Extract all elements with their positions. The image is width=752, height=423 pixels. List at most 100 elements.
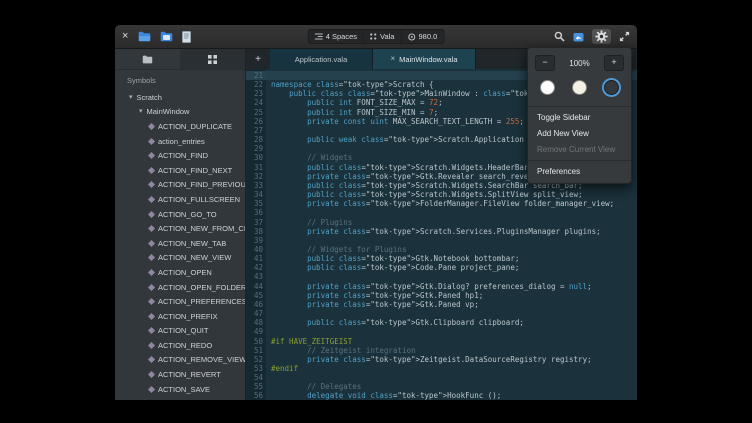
line-number: 25 [246, 108, 266, 117]
symbol-item-action-new-tab[interactable]: ACTION_NEW_TAB [115, 236, 245, 251]
symbol-item-action-redo[interactable]: ACTION_REDO [115, 338, 245, 353]
color-scheme-light[interactable] [572, 80, 587, 95]
symbol-item-action-entries[interactable]: action_entries [115, 134, 245, 149]
indentation-button[interactable]: 4 Spaces [308, 29, 364, 44]
templates-button[interactable] [182, 29, 191, 45]
goto-line-label: 980.0 [418, 32, 437, 41]
symbol-item-mainwindow[interactable]: ▾MainWindow [115, 105, 245, 120]
line-number: 28 [246, 135, 266, 144]
code-line[interactable]: public class="tok-type">Scratch.Widgets.… [266, 190, 637, 199]
symbol-item-action-find[interactable]: ACTION_FIND [115, 148, 245, 163]
code-line[interactable]: private class="tok-type">Gtk.Paned vp; [266, 300, 637, 309]
code-line[interactable]: private class="tok-type">Gtk.Paned hp1; [266, 291, 637, 300]
symbol-item-action-quit[interactable]: ACTION_QUIT [115, 324, 245, 339]
window-close-button[interactable]: × [122, 31, 128, 42]
code-line[interactable]: // Zeitgeist integration [266, 346, 637, 355]
new-tab-button[interactable]: + [246, 49, 270, 69]
line-number: 33 [246, 181, 266, 190]
language-button[interactable]: Vala [364, 29, 401, 44]
symbol-item-scratch[interactable]: ▾Scratch [115, 90, 245, 105]
code-line[interactable]: // Plugins [266, 218, 637, 227]
goto-line-button[interactable]: 980.0 [401, 29, 444, 44]
tab-close-button[interactable]: × [390, 55, 395, 63]
code-line[interactable]: private class="tok-type">Scratch.Service… [266, 227, 637, 236]
code-line[interactable] [266, 208, 637, 217]
menu-item-toggle-sidebar[interactable]: Toggle Sidebar [528, 110, 631, 126]
symbol-item-action-open[interactable]: ACTION_OPEN [115, 265, 245, 280]
share-button[interactable] [573, 29, 584, 45]
code-line[interactable]: // Widgets for Plugins [266, 245, 637, 254]
symbol-icon [148, 211, 155, 218]
line-number: 51 [246, 346, 266, 355]
symbol-item-action-find-previous[interactable]: ACTION_FIND_PREVIOUS [115, 178, 245, 193]
symbol-label: ACTION_REVERT [158, 370, 221, 379]
line-number: 55 [246, 382, 266, 391]
zoom-in-button[interactable]: + [604, 55, 624, 71]
symbol-icon [148, 327, 155, 334]
line-number: 42 [246, 263, 266, 272]
code-line[interactable]: // Delegates [266, 382, 637, 391]
code-line[interactable]: #if HAVE_ZEITGEIST [266, 337, 637, 346]
code-line[interactable]: private class="tok-type">Zeitgeist.DataS… [266, 355, 637, 364]
tab-application-vala[interactable]: Application.vala [270, 49, 373, 69]
symbol-item-action-new-from-clipboard[interactable]: ACTION_NEW_FROM_CLIPBOARD [115, 221, 245, 236]
document-settings-group: 4 Spaces Vala 980.0 [308, 29, 445, 44]
fullscreen-button[interactable] [619, 29, 630, 45]
code-line[interactable]: private class="tok-type">FolderManager.F… [266, 199, 637, 208]
symbol-item-action-new-view[interactable]: ACTION_NEW_VIEW [115, 251, 245, 266]
symbol-item-action-go-to[interactable]: ACTION_GO_TO [115, 207, 245, 222]
color-scheme-dark[interactable] [604, 80, 619, 95]
symbol-item-action-find-next[interactable]: ACTION_FIND_NEXT [115, 163, 245, 178]
symbol-item-action-prefix[interactable]: ACTION_PREFIX [115, 309, 245, 324]
caret-down-icon[interactable]: ▾ [129, 94, 133, 101]
menu-item-preferences[interactable]: Preferences [528, 164, 631, 180]
zoom-out-button[interactable]: − [535, 55, 555, 71]
symbol-icon [148, 313, 155, 320]
symbol-label: ACTION_DUPLICATE [158, 122, 232, 131]
symbol-tree: ▾Scratch▾MainWindow ACTION_DUPLICATEactio… [115, 88, 245, 400]
color-scheme-high-contrast[interactable] [540, 80, 555, 95]
code-line[interactable] [266, 327, 637, 336]
symbols-view-button[interactable] [180, 49, 245, 69]
symbol-icon [148, 225, 155, 232]
symbol-item-action-revert[interactable]: ACTION_REVERT [115, 367, 245, 382]
code-line[interactable]: private class="tok-type">Gtk.Dialog? pre… [266, 282, 637, 291]
symbol-item-action-preferences[interactable]: ACTION_PREFERENCES [115, 294, 245, 309]
symbol-item-action-fullscreen[interactable]: ACTION_FULLSCREEN [115, 192, 245, 207]
code-line[interactable] [266, 373, 637, 382]
code-line[interactable] [266, 309, 637, 318]
symbol-item-action-remove-view[interactable]: ACTION_REMOVE_VIEW [115, 353, 245, 368]
code-line[interactable]: #endif [266, 364, 637, 373]
symbol-item-action-save[interactable]: ACTION_SAVE [115, 382, 245, 397]
menu-item-add-new-view[interactable]: Add New View [528, 126, 631, 142]
symbol-item-action-open-folder[interactable]: ACTION_OPEN_FOLDER [115, 280, 245, 295]
document-icon [182, 31, 191, 43]
search-button[interactable] [554, 29, 565, 45]
symbol-item-action-duplicate[interactable]: ACTION_DUPLICATE [115, 119, 245, 134]
header-left-group [138, 29, 191, 45]
symbol-label: ACTION_PREFERENCES [158, 297, 245, 306]
code-line[interactable] [266, 236, 637, 245]
code-line[interactable]: delegate void class="tok-type">HookFunc … [266, 391, 637, 400]
code-line[interactable]: public class="tok-type">Code.Pane projec… [266, 263, 637, 272]
open-folder-button[interactable] [160, 29, 173, 45]
line-number: 35 [246, 199, 266, 208]
caret-down-icon[interactable]: ▾ [139, 108, 143, 115]
code-line[interactable]: public class="tok-type">Gtk.Notebook bot… [266, 254, 637, 263]
line-number: 32 [246, 172, 266, 181]
code-line[interactable] [266, 272, 637, 281]
symbol-label: ACTION_FIND_NEXT [158, 166, 232, 175]
line-number: 29 [246, 144, 266, 153]
menu-item-remove-current-view[interactable]: Remove Current View [528, 142, 631, 158]
code-line[interactable]: public class="tok-type">Gtk.Clipboard cl… [266, 318, 637, 327]
line-number: 41 [246, 254, 266, 263]
symbol-item-action-save-as[interactable]: ACTION_SAVE_AS [115, 396, 245, 400]
tab-mainwindow-vala[interactable]: ×MainWindow.vala [373, 49, 476, 69]
open-file-button[interactable] [138, 29, 151, 45]
zoom-level-label: 100% [561, 59, 598, 68]
menu-button[interactable] [592, 29, 611, 44]
symbol-icon [148, 298, 155, 305]
line-number: 56 [246, 391, 266, 400]
files-view-button[interactable] [115, 49, 180, 69]
symbol-label: ACTION_NEW_VIEW [158, 253, 231, 262]
